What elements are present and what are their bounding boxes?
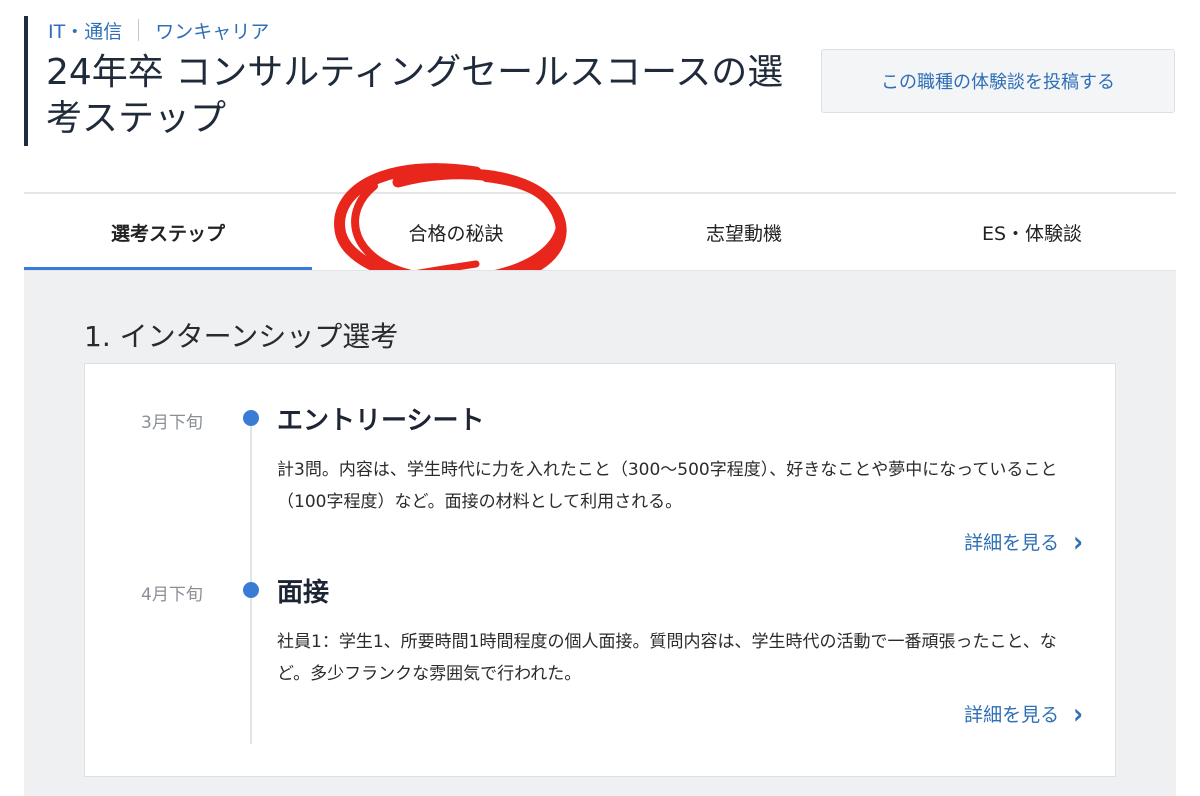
tab-motivation[interactable]: 志望動機 [600, 194, 888, 270]
step-title: 面接 [277, 578, 330, 608]
page-title: 24年卒 コンサルティングセールスコースの選考ステップ [46, 52, 784, 139]
tab-selection-steps[interactable]: 選考ステップ [24, 194, 312, 270]
title-accent-bar [24, 16, 28, 146]
post-experience-button[interactable]: この職種の体験談を投稿する [821, 49, 1175, 113]
detail-link[interactable]: 詳細を見る › [964, 696, 1083, 731]
chevron-right-icon: › [1073, 696, 1083, 731]
detail-link[interactable]: 詳細を見る › [964, 524, 1083, 559]
tab-bar: 選考ステップ 合格の秘訣 志望動機 ES・体験談 [24, 194, 1176, 270]
tab-es-experiences[interactable]: ES・体験談 [888, 194, 1176, 270]
breadcrumb-separator [138, 19, 140, 41]
step-title: エントリーシート [277, 406, 485, 436]
detail-link-label: 詳細を見る [964, 704, 1060, 726]
content-area: 1. インターンシップ選考 3月下旬 エントリーシート 計3問。内容は、学生時代… [24, 270, 1176, 796]
breadcrumb-company-link[interactable]: ワンキャリア [155, 17, 269, 44]
step-date: 3月下旬 [141, 413, 203, 433]
breadcrumb-category-link[interactable]: IT・通信 [48, 17, 122, 44]
detail-link-label: 詳細を見る [964, 532, 1060, 554]
step-date: 4月下旬 [141, 585, 203, 605]
dot-icon [243, 410, 259, 426]
tab-pass-tips[interactable]: 合格の秘訣 [312, 194, 600, 270]
step-description: 社員1：学生1、所要時間1時間程度の個人面接。質問内容は、学生時代の活動で一番頑… [277, 632, 1057, 684]
steps-card: 3月下旬 エントリーシート 計3問。内容は、学生時代に力を入れたこと（300〜5… [84, 363, 1116, 777]
chevron-right-icon: › [1073, 524, 1083, 559]
step-description: 計3問。内容は、学生時代に力を入れたこと（300〜500字程度）、好きなことや夢… [277, 460, 1058, 512]
section-title: 1. インターンシップ選考 [84, 320, 399, 353]
dot-icon [243, 582, 259, 598]
breadcrumb: IT・通信 ワンキャリア [48, 16, 269, 44]
